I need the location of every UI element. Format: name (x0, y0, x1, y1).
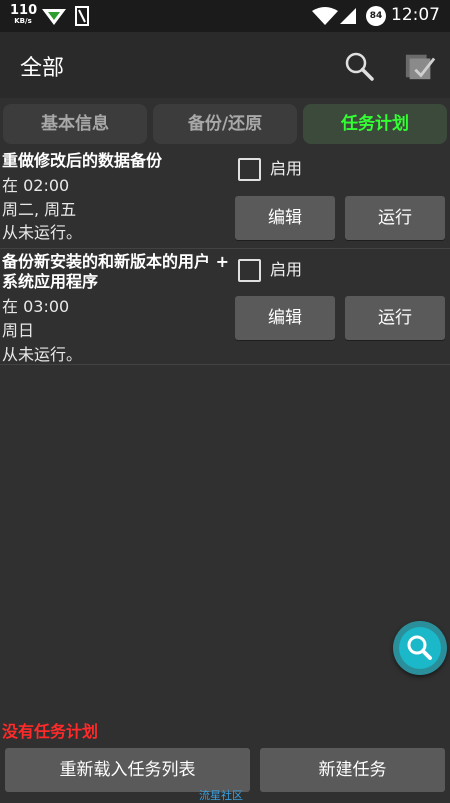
schedule-title: 备份新安装的和新版本的用户 + 系统应用程序 (2, 252, 229, 291)
search-icon (407, 635, 432, 660)
schedule-item: 备份新安装的和新版本的用户 + 系统应用程序 在 03:00 周日 从未运行。 … (0, 250, 450, 365)
edit-button[interactable]: 编辑 (235, 196, 335, 240)
enable-label[interactable]: 启用 (270, 158, 302, 180)
watermark-text: 流星社区 (199, 789, 243, 802)
cell-signal-icon (340, 8, 356, 24)
action-bar: 全部 (0, 32, 450, 98)
enable-checkbox[interactable] (238, 158, 261, 181)
tab-bar: 基本信息 备份/还原 任务计划 (0, 100, 450, 150)
status-bar: 110 KB/s 84 12:07 (0, 0, 450, 32)
search-icon[interactable] (343, 50, 375, 82)
no-schedules-message: 没有任务计划 (2, 722, 99, 741)
schedule-item: 重做修改后的数据备份 在 02:00 周二, 周五 从未运行。 启用 编辑 运行 (0, 150, 450, 249)
signal-arrow-icon (42, 9, 66, 25)
network-speed-unit: KB/s (14, 17, 32, 25)
tab-backup-restore[interactable]: 备份/还原 (153, 104, 297, 144)
floating-search-button[interactable] (393, 621, 447, 675)
schedule-time: 在 03:00 (2, 297, 70, 316)
new-schedule-button[interactable]: 新建任务 (260, 748, 445, 792)
battery-indicator: 84 (366, 6, 386, 26)
app-title[interactable]: 全部 (20, 50, 64, 82)
network-speed: 110 KB/s (10, 3, 38, 25)
edit-button[interactable]: 编辑 (235, 296, 335, 340)
tab-basic-info[interactable]: 基本信息 (3, 104, 147, 144)
network-speed-value: 110 (10, 3, 38, 18)
notification-app-icon (75, 6, 89, 26)
batch-check-icon[interactable] (404, 50, 436, 82)
schedule-time: 在 02:00 (2, 176, 70, 195)
wifi-icon (312, 7, 338, 25)
run-button[interactable]: 运行 (345, 196, 445, 240)
enable-checkbox[interactable] (238, 259, 261, 282)
schedule-days: 周日 (2, 321, 35, 340)
schedule-last-run: 从未运行。 (2, 223, 83, 242)
schedule-title: 重做修改后的数据备份 (2, 151, 163, 170)
schedule-last-run: 从未运行。 (2, 345, 83, 364)
floating-search-button-inner[interactable] (399, 627, 441, 669)
enable-label[interactable]: 启用 (270, 259, 302, 281)
tab-schedules[interactable]: 任务计划 (303, 104, 447, 144)
schedule-days: 周二, 周五 (2, 200, 77, 219)
run-button[interactable]: 运行 (345, 296, 445, 340)
clock: 12:07 (391, 5, 440, 25)
reload-schedules-button[interactable]: 重新载入任务列表 (5, 748, 250, 792)
